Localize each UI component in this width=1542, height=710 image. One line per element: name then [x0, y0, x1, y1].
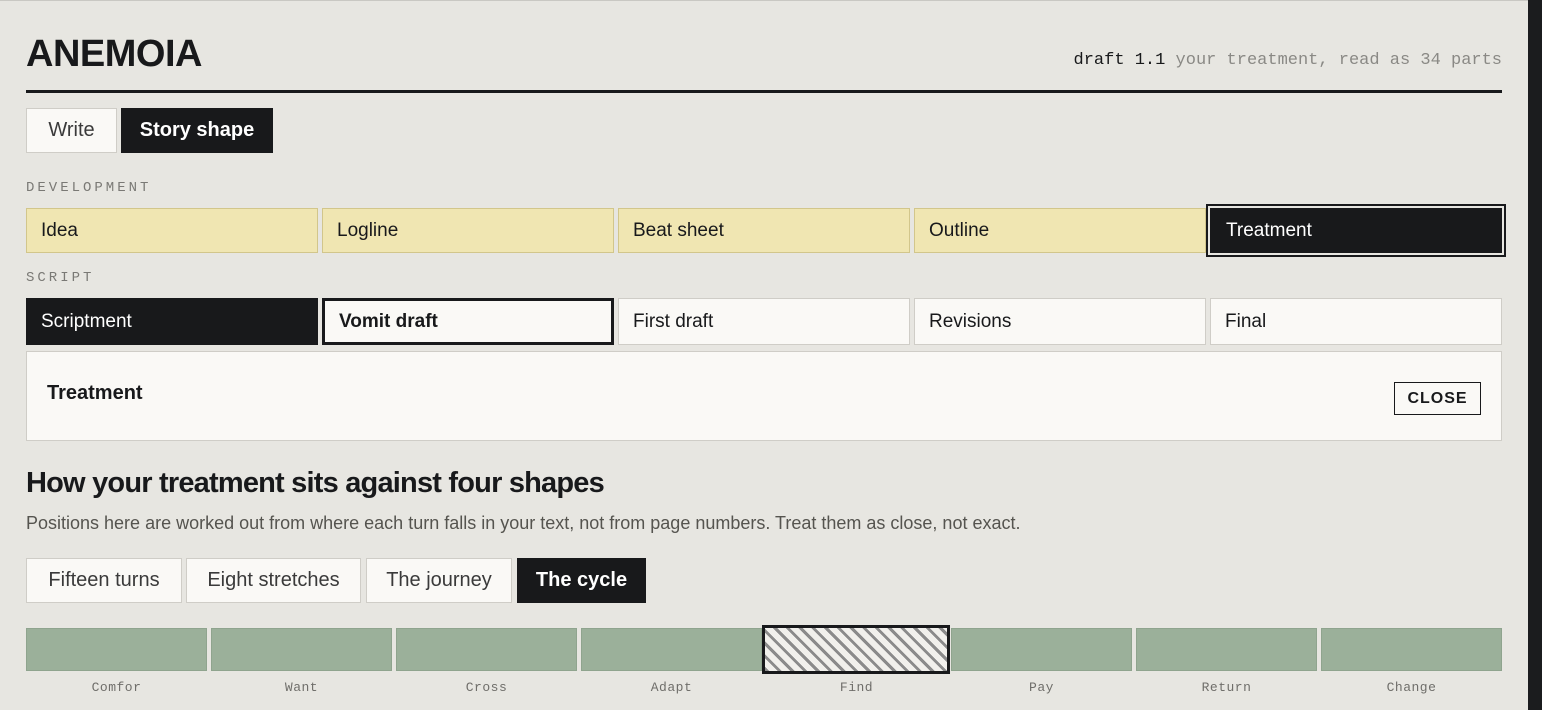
stage-final[interactable]: Final	[1210, 298, 1502, 345]
shapes-subtitle: Positions here are worked out from where…	[26, 513, 1021, 533]
tab-the-cycle[interactable]: The cycle	[517, 558, 646, 603]
cycle-cell-cross[interactable]	[396, 628, 577, 671]
cycle-label-find: Find	[839, 680, 874, 695]
draft-meta: draft 1.1 your treatment, read as 34 par…	[1074, 51, 1502, 70]
close-button[interactable]: CLOSE	[1394, 382, 1481, 415]
cycle-cell-return[interactable]	[1136, 628, 1317, 671]
page: ANEMOIA draft 1.1 your treatment, read a…	[0, 0, 1528, 710]
cycle-label-change: Change	[1386, 680, 1437, 695]
stage-logline[interactable]: Logline	[322, 208, 614, 253]
stage-idea[interactable]: Idea	[26, 208, 318, 253]
cycle-label-return: Return	[1201, 680, 1252, 695]
cycle-label-comfor: Comfor	[91, 680, 142, 695]
stage-first-draft[interactable]: First draft	[618, 298, 910, 345]
app-logo: ANEMOIA	[26, 33, 202, 75]
tab-write[interactable]: Write	[26, 108, 117, 153]
tab-the-journey[interactable]: The journey	[366, 558, 512, 603]
cycle-strip: Comfor Want Cross Adapt Find Pay Return …	[26, 625, 1502, 708]
draft-version: draft 1.1	[1073, 51, 1166, 70]
development-label: DEVELOPMENT	[26, 180, 152, 196]
cycle-cell-comfor[interactable]	[26, 628, 207, 671]
cycle-label-adapt: Adapt	[650, 680, 693, 695]
stage-outline[interactable]: Outline	[914, 208, 1206, 253]
stage-revisions[interactable]: Revisions	[914, 298, 1206, 345]
cycle-cell-pay[interactable]	[951, 628, 1132, 671]
detail-panel: Treatment CLOSE	[26, 351, 1502, 441]
draft-description: your treatment, read as 34 parts	[1175, 51, 1502, 70]
script-label: SCRIPT	[26, 270, 95, 286]
stage-scriptment[interactable]: Scriptment	[26, 298, 318, 345]
cycle-label-want: Want	[284, 680, 319, 695]
cycle-label-pay: Pay	[1029, 680, 1054, 695]
cycle-label-cross: Cross	[465, 680, 508, 695]
stage-vomit-draft[interactable]: Vomit draft	[322, 298, 614, 345]
tab-story-shape[interactable]: Story shape	[121, 108, 273, 153]
cycle-cell-want[interactable]	[211, 628, 392, 671]
stage-beat-sheet[interactable]: Beat sheet	[618, 208, 910, 253]
tab-eight-stretches[interactable]: Eight stretches	[186, 558, 361, 603]
cycle-cell-find[interactable]	[762, 625, 950, 674]
detail-panel-title: Treatment	[47, 382, 143, 404]
cycle-cell-change[interactable]	[1321, 628, 1502, 671]
cycle-cell-adapt[interactable]	[581, 628, 762, 671]
shapes-heading: How your treatment sits against four sha…	[26, 467, 605, 499]
stage-treatment[interactable]: Treatment	[1210, 208, 1502, 253]
window-edge	[1528, 0, 1542, 710]
tab-fifteen-turns[interactable]: Fifteen turns	[26, 558, 182, 603]
header: ANEMOIA draft 1.1 your treatment, read a…	[26, 1, 1502, 93]
